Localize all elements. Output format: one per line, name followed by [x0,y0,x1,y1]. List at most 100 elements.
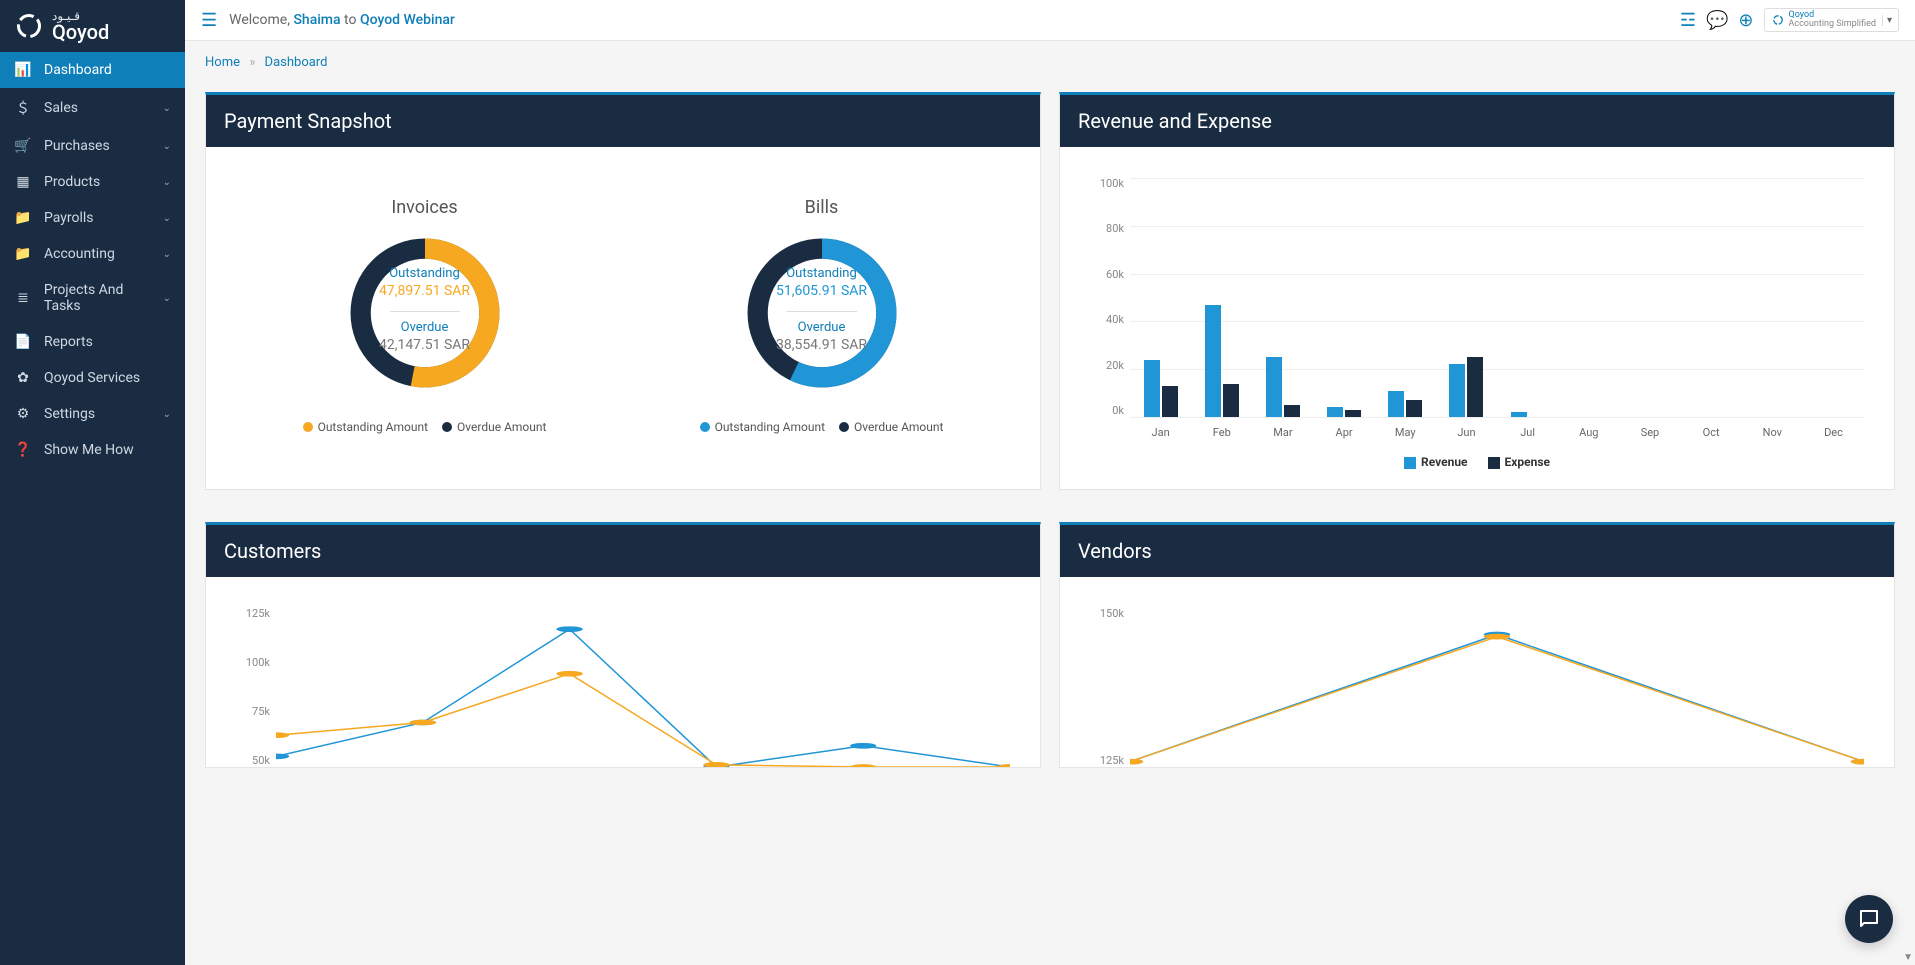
bar-group [1558,178,1619,417]
bar-group [1619,178,1680,417]
breadcrumb: Home » Dashboard [185,41,1915,78]
x-tick: Feb [1191,426,1252,439]
sidebar-item-show-me-how[interactable]: ❓Show Me How [0,432,185,468]
bar-revenue[interactable] [1511,412,1527,417]
breadcrumb-sep: » [249,55,255,70]
scroll-down-icon[interactable]: ▼ [1903,952,1913,963]
sidebar-item-dashboard[interactable]: 📊 Dashboard [0,52,185,88]
logo-icon [14,11,44,41]
bar-expense[interactable] [1284,405,1300,417]
chat-icon[interactable]: 💬 [1706,10,1728,31]
sidebar-item-label: Qoyod Services [44,370,140,386]
x-tick: Jun [1436,426,1497,439]
bar-group [1252,178,1313,417]
bar-expense[interactable] [1467,357,1483,417]
sidebar-item-payrolls[interactable]: 📁Payrolls⌄ [0,200,185,236]
bar-expense[interactable] [1406,400,1422,417]
sidebar-item-label: Purchases [44,138,110,154]
welcome-text: Welcome, Shaima to Qoyod Webinar [229,12,455,28]
y-tick: 100k [226,656,276,669]
x-tick: Mar [1252,426,1313,439]
bar-expense[interactable] [1162,386,1178,417]
y-tick: 20k [1080,359,1130,372]
panel-title: Revenue and Expense [1060,95,1894,147]
x-tick: Apr [1314,426,1375,439]
menu-toggle-icon[interactable]: ☰ [201,10,217,31]
sidebar-item-label: Dashboard [44,62,112,78]
dashboard-icon: 📊 [14,62,32,78]
panel-title: Customers [206,525,1040,577]
help-icon[interactable]: ⊕ [1738,10,1753,31]
breadcrumb-current[interactable]: Dashboard [265,55,328,70]
y-tick: 125k [1080,754,1130,767]
outstanding-label: Outstanding [786,266,857,281]
org-switcher[interactable]: QoyodAccounting Simplified ▾ [1764,8,1899,32]
nav: 📊 Dashboard ＄ Sales ⌄ 🛒 Purchases ⌄ ▦Products⌄📁P… [0,52,185,468]
bar-revenue[interactable] [1388,391,1404,417]
gauge-legend: Outstanding Amount Overdue Amount [692,420,952,434]
x-tick: Jul [1497,426,1558,439]
folder-icon: 📁 [14,210,32,226]
bar-group [1375,178,1436,417]
bar-revenue[interactable] [1144,360,1160,417]
bar-revenue[interactable] [1449,364,1465,417]
list-icon[interactable]: ☲ [1680,10,1696,31]
sidebar-item-label: Accounting [44,246,115,262]
list-icon: ≣ [14,290,32,306]
y-tick: 60k [1080,268,1130,281]
bar-expense[interactable] [1223,384,1239,417]
bar-chart-revenue-expense: 100k80k60k40k20k0k JanFebMarAprMayJunJul… [1080,167,1874,447]
panel-title: Payment Snapshot [206,95,1040,147]
x-tick: Sep [1619,426,1680,439]
bar-revenue[interactable] [1205,305,1221,417]
y-tick: 40k [1080,313,1130,326]
topbar: ☰ Welcome, Shaima to Qoyod Webinar ☲ 💬 ⊕… [185,0,1915,41]
outstanding-label: Outstanding [389,266,460,281]
sidebar-item-qoyod-services[interactable]: ✿Qoyod Services [0,360,185,396]
x-tick: Oct [1681,426,1742,439]
gauge-legend: Outstanding Amount Overdue Amount [295,420,555,434]
sidebar-item-label: Sales [44,100,78,116]
sidebar-item-settings[interactable]: ⚙Settings⌄ [0,396,185,432]
sidebar-item-projects-and-tasks[interactable]: ≣Projects And Tasks⌄ [0,272,185,324]
legend-item[interactable]: Expense [1488,455,1550,469]
bar-revenue[interactable] [1266,357,1282,417]
brand-name: Qoyod [52,22,109,42]
legend-item[interactable]: Revenue [1404,455,1468,469]
dollar-icon: ＄ [14,98,32,118]
panel-customers: Customers 125k100k75k50k [205,522,1041,768]
breadcrumb-home[interactable]: Home [205,55,240,70]
bar-group [1742,178,1803,417]
welcome-prefix: Welcome, [229,12,290,28]
chevron-down-icon: ▾ [1882,15,1892,26]
legend-overdue: Overdue Amount [854,420,943,434]
sidebar-item-products[interactable]: ▦Products⌄ [0,164,185,200]
welcome-to: to [344,12,356,28]
bar-expense[interactable] [1345,410,1361,417]
sidebar-item-purchases[interactable]: 🛒Purchases⌄ [0,128,185,164]
line-chart-vendors: 150k125k [1080,597,1874,767]
gauge-invoices: Invoices Outstanding 47,897.51 SAR [295,197,555,434]
legend-dot-overdue [442,422,452,432]
bar-group [1314,178,1375,417]
y-tick: 100k [1080,177,1130,190]
sidebar-item-reports[interactable]: 📄Reports [0,324,185,360]
bar-group [1681,178,1742,417]
sidebar-item-sales[interactable]: ＄ Sales ⌄ [0,88,185,128]
current-org[interactable]: Qoyod Webinar [360,12,455,28]
chevron-down-icon: ⌄ [163,213,171,224]
badge-logo-icon [1771,13,1785,27]
bar-group [1130,178,1191,417]
cart-icon: 🛒 [14,138,32,154]
brand-logo[interactable]: قـيـود Qoyod [0,0,185,52]
chevron-down-icon: ⌄ [163,103,171,114]
chat-bubble-icon [1857,907,1881,931]
sidebar-item-accounting[interactable]: 📁Accounting⌄ [0,236,185,272]
chevron-down-icon: ⌄ [163,249,171,260]
bar-revenue[interactable] [1327,407,1343,417]
x-tick: Dec [1803,426,1864,439]
chat-widget[interactable] [1845,895,1893,943]
current-user[interactable]: Shaima [293,12,340,28]
overdue-label: Overdue [798,320,846,335]
legend-dot-overdue [839,422,849,432]
